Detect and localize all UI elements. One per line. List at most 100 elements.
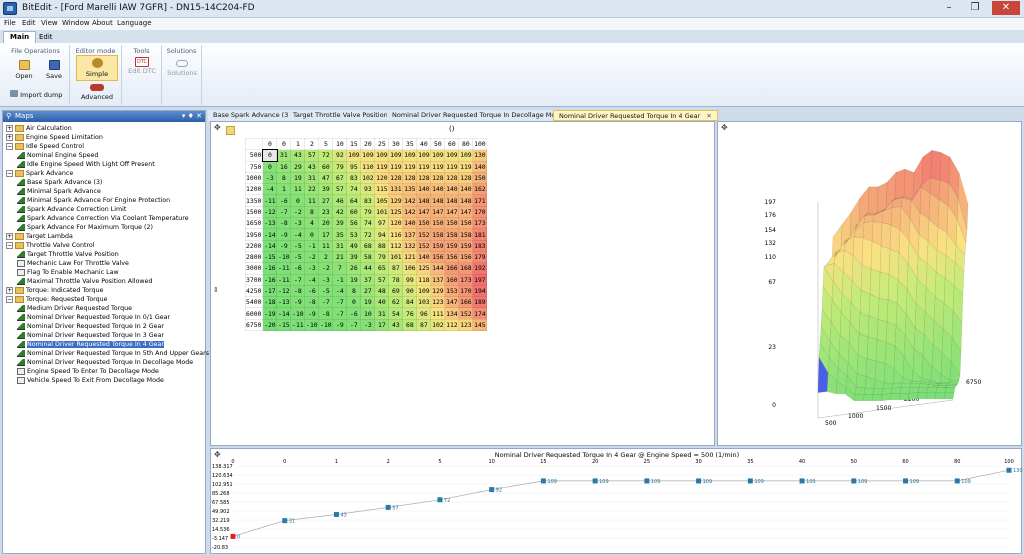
- map-cell[interactable]: 0: [261, 148, 278, 163]
- tree-item[interactable]: + Air Calculation: [6, 124, 204, 133]
- tree-item[interactable]: Mechanic Law For Throttle Valve: [6, 259, 204, 268]
- menu-window[interactable]: Window: [62, 19, 90, 27]
- data-point[interactable]: [903, 478, 909, 484]
- map-cell[interactable]: 67: [332, 171, 348, 185]
- map-cell[interactable]: 1: [276, 183, 292, 196]
- map-cell[interactable]: 120: [374, 171, 390, 185]
- map-cell[interactable]: -1: [332, 273, 348, 286]
- solutions-button[interactable]: Solutions: [166, 60, 198, 77]
- map-cell[interactable]: 119: [388, 160, 404, 173]
- map-cell[interactable]: 64: [346, 194, 362, 207]
- map-cell[interactable]: 148: [458, 194, 474, 207]
- map-cell[interactable]: 95: [346, 160, 362, 173]
- map-cell[interactable]: 65: [374, 262, 390, 275]
- doc-tab-base-spark-advance[interactable]: Base Spark Advance (3): [208, 110, 297, 121]
- map-cell[interactable]: -5: [290, 239, 306, 252]
- map-cell[interactable]: 168: [458, 262, 474, 275]
- tree-item[interactable]: Nominal Driver Requested Torque In 4 Gea…: [6, 340, 204, 349]
- open-button[interactable]: Open: [12, 60, 36, 80]
- tree-item[interactable]: − Spark Advance: [6, 169, 204, 178]
- map-cell[interactable]: 158: [430, 228, 446, 241]
- map-cell[interactable]: 31: [304, 171, 320, 185]
- map-cell[interactable]: 125: [416, 262, 432, 275]
- map-cell[interactable]: 173: [472, 217, 488, 230]
- menu-file[interactable]: File: [4, 19, 16, 27]
- map-cell[interactable]: 171: [472, 194, 488, 207]
- map-cell[interactable]: 123: [430, 296, 446, 309]
- menu-edit[interactable]: Edit: [22, 19, 36, 27]
- map-cell[interactable]: 79: [332, 160, 348, 173]
- advanced-mode-button[interactable]: Advanced: [78, 84, 116, 101]
- map-cell[interactable]: 79: [374, 250, 390, 264]
- data-point[interactable]: [333, 512, 339, 518]
- map-cell[interactable]: -15: [262, 250, 278, 264]
- map-cell[interactable]: -11: [262, 194, 278, 207]
- map-cell[interactable]: 35: [332, 228, 348, 241]
- tree-item[interactable]: Spark Advance Correction Via Coolant Tem…: [6, 214, 204, 223]
- map-cell[interactable]: -10: [304, 318, 320, 332]
- map-cell[interactable]: 72: [360, 228, 376, 241]
- map-cell[interactable]: 23: [318, 205, 334, 219]
- map-cell[interactable]: -3: [318, 273, 334, 286]
- data-point[interactable]: [644, 478, 650, 484]
- map-cell[interactable]: 119: [402, 160, 418, 173]
- map-cell[interactable]: -7: [290, 273, 306, 286]
- map-cell[interactable]: 39: [332, 217, 348, 230]
- map-cell[interactable]: 128: [444, 171, 460, 185]
- map-cell[interactable]: 148: [444, 194, 460, 207]
- map-cell[interactable]: 147: [430, 205, 446, 219]
- map-cell[interactable]: 119: [430, 160, 446, 173]
- map-cell[interactable]: 140: [416, 250, 432, 264]
- map-cell[interactable]: 103: [416, 296, 432, 309]
- map-cell[interactable]: 137: [430, 273, 446, 286]
- map-cell[interactable]: -7: [346, 318, 362, 332]
- map-cell[interactable]: -10: [318, 318, 334, 332]
- grid-corner-icon[interactable]: [226, 126, 235, 135]
- map-cell[interactable]: 19: [360, 296, 376, 309]
- map-cell[interactable]: 150: [472, 171, 488, 185]
- map-cell[interactable]: 31: [374, 307, 390, 320]
- map-cell[interactable]: 90: [402, 284, 418, 298]
- map-cell[interactable]: 170: [458, 284, 474, 298]
- map-cell[interactable]: -11: [290, 318, 306, 332]
- expander-icon[interactable]: +: [6, 286, 13, 294]
- map-cell[interactable]: -9: [304, 307, 320, 320]
- map-cell[interactable]: 109: [458, 149, 474, 162]
- map-cell[interactable]: 109: [444, 149, 460, 162]
- map-cell[interactable]: -12: [276, 284, 292, 298]
- data-point[interactable]: [489, 487, 495, 493]
- map-cell[interactable]: 109: [402, 149, 418, 162]
- map-cell[interactable]: 0: [346, 296, 362, 309]
- map-cell[interactable]: 53: [346, 228, 362, 241]
- line-graph[interactable]: 138.317 120.634 102.951 85.268 67.585 49.902 3…: [211, 449, 1023, 555]
- map-cell[interactable]: 27: [318, 194, 334, 207]
- close-button[interactable]: ✕: [992, 1, 1020, 15]
- map-cell[interactable]: 192: [472, 262, 488, 275]
- map-cell[interactable]: 129: [430, 284, 446, 298]
- map-cell[interactable]: 129: [388, 194, 404, 207]
- map-cell[interactable]: 19: [346, 273, 362, 286]
- tree-item[interactable]: Idle Engine Speed With Light Off Present: [6, 160, 204, 169]
- map-cell[interactable]: -18: [262, 296, 278, 309]
- map-cell[interactable]: 128: [430, 171, 446, 185]
- map-cell[interactable]: -6: [304, 284, 320, 298]
- map-cell[interactable]: 120: [388, 217, 404, 230]
- close-tab-icon[interactable]: ✕: [706, 112, 711, 120]
- map-cell[interactable]: 17: [374, 318, 390, 332]
- data-point[interactable]: [592, 478, 598, 484]
- map-cell[interactable]: -8: [290, 284, 306, 298]
- expander-icon[interactable]: −: [6, 241, 13, 249]
- simple-mode-button[interactable]: Simple: [76, 55, 118, 81]
- map-cell[interactable]: -2: [290, 205, 306, 219]
- map-cell[interactable]: 0: [304, 228, 320, 241]
- map-cell[interactable]: -9: [332, 318, 348, 332]
- map-cell[interactable]: 140: [416, 183, 432, 196]
- doc-tab-target-throttle[interactable]: Target Throttle Valve Position: [288, 110, 394, 121]
- map-cell[interactable]: 160: [444, 273, 460, 286]
- tree-item[interactable]: Nominal Engine Speed: [6, 151, 204, 160]
- map-cell[interactable]: 109: [416, 149, 432, 162]
- data-point[interactable]: [696, 478, 702, 484]
- map-cell[interactable]: 39: [318, 183, 334, 196]
- map-cell[interactable]: 147: [444, 296, 460, 309]
- map-cell[interactable]: 22: [304, 183, 320, 196]
